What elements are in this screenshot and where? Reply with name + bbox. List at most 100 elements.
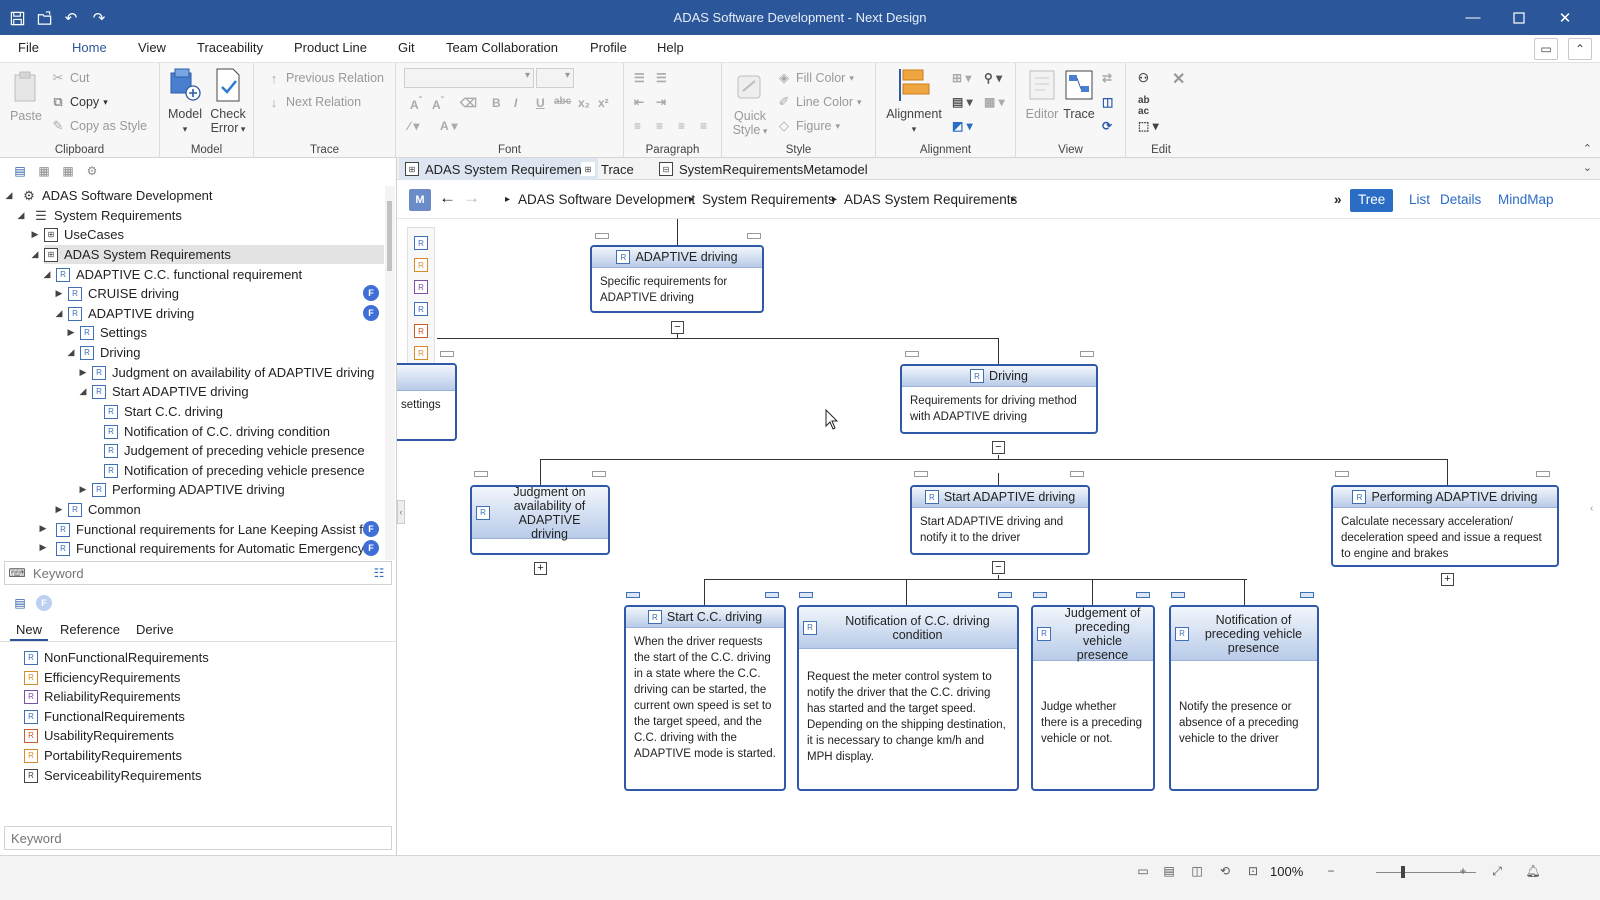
filter-icon[interactable]: ☷ (371, 565, 387, 581)
connection-pin[interactable] (626, 592, 640, 598)
zoom-in-icon[interactable]: + (1454, 862, 1472, 880)
expand-arrow-icon[interactable]: ◢ (66, 347, 76, 358)
tab-derive[interactable]: Derive (130, 620, 180, 639)
collapse-node-icon[interactable]: − (992, 441, 1005, 454)
comment-icon[interactable]: ▭ (1534, 38, 1558, 60)
tree-item[interactable]: ▶ R Common (56, 500, 141, 519)
collapse-arrow-icon[interactable]: ▶ (54, 288, 64, 299)
tab-file[interactable]: File (18, 40, 39, 55)
layout-single-icon[interactable]: ▭ (1134, 862, 1152, 880)
italic-icon[interactable]: I (514, 96, 517, 110)
tree-item[interactable]: R Start C.C. driving (104, 402, 223, 421)
connection-pin[interactable] (1070, 471, 1084, 477)
mode-button[interactable]: M (409, 189, 431, 211)
tab-team-collaboration[interactable]: Team Collaboration (446, 40, 558, 55)
connection-pin[interactable] (747, 233, 761, 239)
palette-requirement-icon[interactable]: R (414, 302, 428, 316)
expand-node-icon[interactable]: + (534, 562, 547, 575)
zoom-out-icon[interactable]: − (1322, 862, 1340, 880)
connection-pin[interactable] (595, 233, 609, 239)
connection-pin[interactable] (1335, 471, 1349, 477)
align-left-icon[interactable]: ≡ (634, 119, 641, 133)
quick-style-button[interactable]: Quick Style ▾ (730, 69, 770, 137)
tree-item[interactable]: ▶ R Performing ADAPTIVE driving (80, 480, 285, 499)
tree-search-input[interactable] (31, 564, 351, 582)
tree-item[interactable]: ◢ R Start ADAPTIVE driving (80, 382, 249, 401)
size-icon[interactable]: ▤ ▾ (952, 95, 973, 109)
add-model-icon[interactable]: ▦ (36, 163, 52, 179)
tab-traceability[interactable]: Traceability (197, 40, 263, 55)
palette-requirement-icon[interactable]: R (414, 258, 428, 272)
collapse-node-icon[interactable]: − (992, 561, 1005, 574)
strikethrough-icon[interactable]: abc (554, 96, 571, 107)
tree-item[interactable]: R Judgement of preceding vehicle presenc… (104, 441, 365, 460)
back-icon[interactable]: ← (439, 188, 456, 208)
tree-item[interactable]: ▶ R Settings (68, 323, 147, 342)
cut-button[interactable]: ✂ Cut (50, 70, 90, 86)
check-error-button[interactable]: Check Error ▾ (206, 67, 250, 135)
swap-icon[interactable]: ⇄ (1102, 71, 1112, 85)
collapse-arrow-icon[interactable]: ▶ (54, 504, 64, 515)
collapse-arrow-icon[interactable]: ▶ (78, 484, 88, 495)
expand-arrow-icon[interactable]: ◢ (54, 308, 64, 319)
list-item[interactable]: R NonFunctionalRequirements (24, 648, 209, 667)
font-color-icon[interactable]: A ▾ (440, 119, 458, 133)
underline-icon[interactable]: U (536, 96, 545, 110)
notification-preceding-vehicle-node[interactable]: R Notification of preceding vehicle prese… (1169, 605, 1319, 791)
connection-pin[interactable] (1136, 592, 1150, 598)
layout-tree-icon[interactable]: ⚲ ▾ (984, 71, 1002, 85)
paste-button[interactable]: Paste (8, 69, 44, 123)
tree-item-selected[interactable]: ◢ ⊞ ADAS System Requirements (32, 245, 384, 264)
list-item[interactable]: R ReliabilityRequirements (24, 687, 181, 706)
editor-button[interactable]: Editor (1022, 67, 1062, 121)
doc-tab-adas-system-requirements[interactable]: ⊞ ADAS System Requirements (399, 158, 598, 180)
tab-profile[interactable]: Profile (590, 40, 627, 55)
connection-pin[interactable] (765, 592, 779, 598)
breadcrumb-item[interactable]: System Requirements (702, 192, 835, 207)
expand-node-icon[interactable]: + (1441, 573, 1454, 586)
connection-pin[interactable] (1300, 592, 1314, 598)
judgement-preceding-vehicle-node[interactable]: R Judgement of preceding vehicle presence… (1031, 605, 1155, 791)
distribute-icon[interactable]: ⊞ ▾ (952, 71, 971, 85)
tree-item[interactable]: ◢ ⚙ ADAS Software Development (6, 186, 213, 205)
expand-arrow-icon[interactable]: ◢ (30, 249, 40, 260)
notification-cc-condition-node[interactable]: R Notification of C.C. driving condition … (797, 605, 1019, 791)
bullets-icon[interactable]: ☰ (634, 71, 645, 85)
palette-requirement-icon[interactable]: R (414, 324, 428, 338)
doc-tab-metamodel[interactable]: ⊟ SystemRequirementsMetamodel (653, 158, 874, 180)
feature-filter-icon[interactable]: F (36, 595, 52, 611)
fill-color-button[interactable]: ◈ Fill Color ▾ (776, 70, 854, 86)
tab-help[interactable]: Help (657, 40, 684, 55)
judgment-availability-node[interactable]: R Judgment on availability of ADAPTIVE dr… (470, 485, 610, 555)
connection-pin[interactable] (1033, 592, 1047, 598)
forward-icon[interactable]: → (463, 188, 480, 208)
copy-as-style-button[interactable]: ✎ Copy as Style (50, 118, 148, 134)
line-color-button[interactable]: ✐ Line Color ▾ (776, 94, 862, 110)
performing-adaptive-driving-node[interactable]: R Performing ADAPTIVE driving Calculate n… (1331, 485, 1559, 567)
expand-arrow-icon[interactable]: ◢ (16, 210, 26, 221)
palette-requirement-icon[interactable]: R (414, 236, 428, 250)
fit-to-window-icon[interactable]: ⤢ (1488, 862, 1506, 880)
next-relation-button[interactable]: ↓ Next Relation (266, 94, 361, 110)
collapse-arrow-icon[interactable]: ▶ (78, 367, 88, 378)
doc-tab-trace[interactable]: ⊞ Trace (575, 158, 640, 180)
tree-scrollbar[interactable] (385, 186, 395, 560)
connection-pin[interactable] (440, 351, 454, 357)
tree-item[interactable]: ▶ ⊞ UseCases (32, 225, 124, 244)
copy-button[interactable]: ⧉ Copy ▾ (50, 94, 107, 110)
diagram-canvas[interactable]: R R R R R R R settings F RADAPTIVE drivi… (397, 219, 1600, 855)
undo-icon[interactable]: ↶ (60, 7, 82, 29)
clear-format-icon[interactable]: ⌫ (460, 96, 477, 110)
list-item[interactable]: R PortabilityRequirements (24, 746, 182, 765)
tab-view[interactable]: View (138, 40, 166, 55)
palette-requirement-icon[interactable]: R (414, 280, 428, 294)
alignment-button[interactable]: Alignment ▾ (884, 67, 944, 135)
font-family-combo[interactable] (404, 68, 534, 88)
superscript-icon[interactable]: x² (598, 96, 609, 110)
replace-icon[interactable]: ab ac (1138, 95, 1150, 117)
tree-item[interactable]: R Notification of preceding vehicle pres… (104, 461, 365, 480)
splitter-handle-icon[interactable]: ‹ (397, 500, 405, 524)
highlight-icon[interactable]: ⁄ ▾ (408, 119, 419, 133)
view-details-button[interactable]: Details (1440, 192, 1481, 207)
view-list-button[interactable]: List (1409, 192, 1430, 207)
